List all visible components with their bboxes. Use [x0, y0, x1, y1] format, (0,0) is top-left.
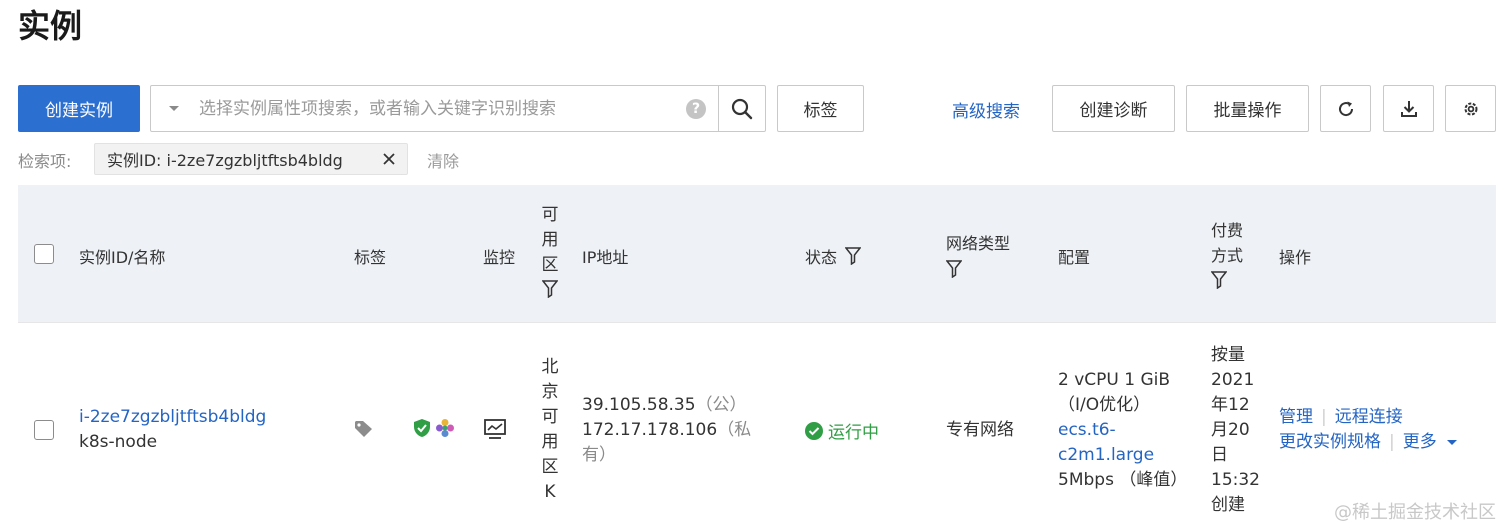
refresh-icon	[1338, 101, 1353, 116]
header-status: 状态	[805, 244, 862, 268]
header-billing-line: 方式	[1211, 246, 1244, 265]
instance-cell: i-2ze7zgzbljtftsb4bldg k8s-node	[79, 405, 266, 455]
billing-line: 日	[1211, 445, 1228, 465]
search-input[interactable]	[197, 97, 686, 120]
app-flower-icon[interactable]	[435, 418, 455, 442]
config-bandwidth: 5Mbps （峰值）	[1058, 470, 1188, 490]
header-billing-line: 付费	[1211, 221, 1244, 240]
zone-char: 可	[541, 407, 559, 427]
filter-icon[interactable]	[845, 247, 862, 265]
refresh-button[interactable]	[1320, 85, 1371, 132]
config-spec: 2 vCPU 1 GiB	[1058, 370, 1171, 390]
caret-down-icon[interactable]	[1446, 439, 1458, 447]
filter-icon[interactable]	[946, 260, 1010, 278]
batch-operation-button[interactable]: 批量操作	[1186, 85, 1309, 132]
private-ip-tag-cont: 有）	[582, 445, 616, 465]
gear-icon	[1464, 102, 1477, 115]
header-status-label: 状态	[805, 248, 838, 267]
create-instance-button[interactable]: 创建实例	[18, 85, 140, 132]
action-separator: |	[1389, 432, 1395, 452]
config-io: （I/O优化）	[1058, 395, 1151, 415]
filter-label: 检索项:	[18, 152, 72, 171]
zone-char: 区	[541, 457, 559, 477]
check-circle-icon	[805, 421, 823, 440]
billing-line: 月20	[1211, 420, 1250, 440]
zone-char: K	[544, 482, 556, 502]
header-zone-char: 用	[541, 230, 559, 250]
remote-connect-link[interactable]: 远程连接	[1335, 407, 1403, 427]
monitor-icon[interactable]	[483, 418, 507, 444]
header-zone: 可 用 区	[540, 203, 560, 298]
help-icon[interactable]: ?	[686, 98, 706, 119]
header-config: 配置	[1058, 248, 1091, 267]
billing-line: 年12	[1211, 395, 1250, 415]
instance-type-link-cont[interactable]: c2m1.large	[1058, 443, 1187, 468]
change-spec-link[interactable]: 更改实例规格	[1279, 432, 1381, 452]
billing-cell: 按量 2021 年12 月20 日 15:32 创建	[1211, 343, 1260, 518]
billing-line: 15:32	[1211, 470, 1260, 490]
security-shield-icon[interactable]	[413, 418, 431, 442]
billing-line: 按量	[1211, 345, 1245, 365]
status-badge: 运行中	[804, 418, 879, 443]
public-ip-tag: （公）	[695, 395, 747, 415]
header-tags: 标签	[354, 248, 387, 267]
ip-cell: 39.105.58.35（公） 172.17.178.106（私 有）	[582, 393, 751, 468]
network-type: 专有网络	[946, 420, 1014, 440]
billing-line: 2021	[1211, 370, 1255, 390]
download-icon	[1400, 100, 1417, 117]
table-header	[18, 185, 1496, 323]
public-ip: 39.105.58.35	[582, 395, 696, 415]
filter-chip: 实例ID: i-2ze7zgzbljtftsb4bldg	[94, 143, 408, 175]
config-cell: 2 vCPU 1 GiB （I/O优化） ecs.t6- c2m1.large …	[1058, 368, 1187, 493]
search-box: ?	[150, 85, 766, 132]
search-icon	[731, 98, 753, 119]
header-network-label: 网络类型	[946, 234, 1011, 253]
tag-icon[interactable]	[354, 420, 374, 442]
action-separator: |	[1321, 407, 1327, 427]
more-link[interactable]: 更多	[1403, 432, 1437, 452]
private-ip: 172.17.178.106	[582, 420, 718, 440]
zone-char: 京	[541, 382, 559, 402]
watermark: @稀土掘金技术社区	[1334, 502, 1496, 523]
header-ip: IP地址	[582, 248, 629, 267]
header-instance-id: 实例ID/名称	[79, 248, 166, 267]
instance-name: k8s-node	[79, 432, 158, 452]
download-button[interactable]	[1383, 85, 1434, 132]
row-checkbox[interactable]	[34, 420, 54, 440]
zone-char: 用	[541, 432, 559, 452]
filter-icon[interactable]	[540, 280, 560, 298]
filter-chip-text: 实例ID: i-2ze7zgzbljtftsb4bldg	[107, 151, 343, 170]
header-zone-char: 可	[541, 205, 559, 225]
private-ip-tag: （私	[717, 420, 752, 440]
filter-icon[interactable]	[1211, 271, 1243, 289]
actions-cell: 管理 | 远程连接 更改实例规格 | 更多	[1279, 405, 1458, 455]
manage-link[interactable]: 管理	[1279, 407, 1313, 427]
billing-line: 创建	[1211, 495, 1245, 515]
row-divider	[18, 322, 1496, 323]
status-text: 运行中	[828, 423, 879, 443]
tag-button[interactable]: 标签	[777, 85, 864, 132]
clear-filter-link[interactable]: 清除	[427, 148, 459, 172]
settings-button[interactable]	[1445, 85, 1496, 132]
instance-id-link[interactable]: i-2ze7zgzbljtftsb4bldg	[79, 405, 266, 430]
header-billing: 付费 方式	[1211, 218, 1243, 289]
instance-type-link[interactable]: ecs.t6-	[1058, 418, 1187, 443]
page-title: 实例	[18, 7, 83, 45]
search-button[interactable]	[718, 86, 765, 131]
close-icon[interactable]	[371, 152, 407, 166]
select-all-checkbox[interactable]	[34, 244, 54, 264]
zone-char: 北	[541, 357, 559, 377]
header-network: 网络类型	[946, 230, 1010, 278]
header-actions: 操作	[1279, 248, 1312, 267]
header-zone-char: 区	[541, 255, 559, 275]
zone-cell: 北 京 可 用 区 K	[540, 355, 560, 505]
create-diagnosis-button[interactable]: 创建诊断	[1052, 85, 1175, 132]
advanced-search-link[interactable]: 高级搜索	[952, 97, 1020, 122]
dropdown-caret-icon[interactable]	[151, 105, 197, 113]
header-monitor: 监控	[483, 248, 516, 267]
